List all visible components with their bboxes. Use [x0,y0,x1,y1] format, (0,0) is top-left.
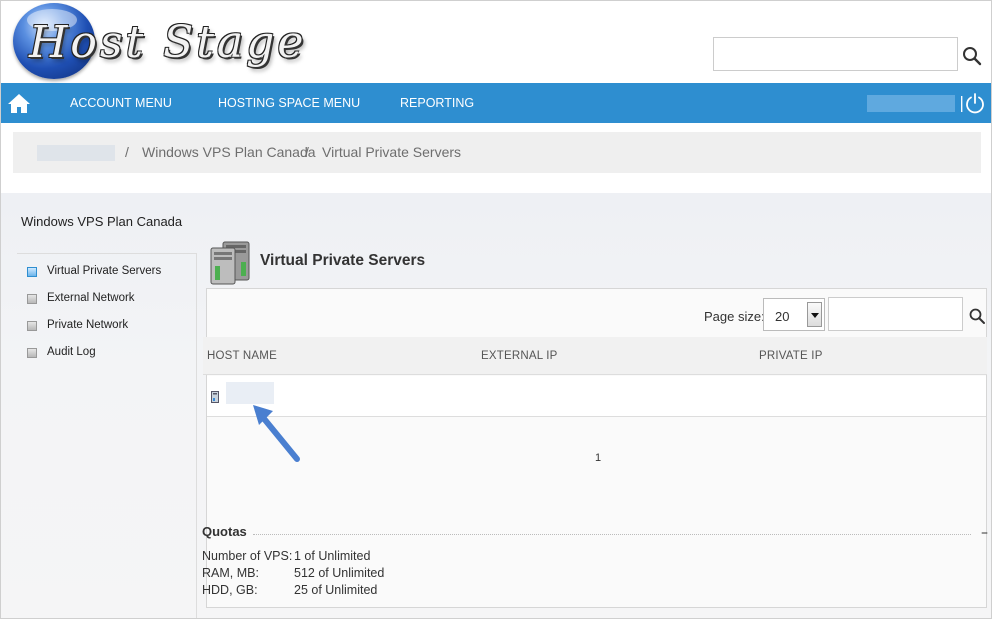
page-title: Virtual Private Servers [260,252,426,269]
grid-search-input[interactable] [828,297,963,331]
search-icon[interactable] [961,45,983,67]
header: Host Stage [1,1,991,82]
quota-hdd: HDD, GB: 25 of Unlimited [202,583,377,597]
page-size-value: 20 [775,309,790,324]
quota-label: Number of VPS: [202,549,293,563]
main-navbar: ACCOUNT MENU HOSTING SPACE MENU REPORTIN… [1,83,991,123]
column-external-ip[interactable]: EXTERNAL IP [481,350,558,362]
page-size-select[interactable]: 20 [763,298,825,331]
host-stage-logo[interactable]: Host Stage [9,3,303,81]
pager-page-1[interactable]: 1 [595,452,601,464]
breadcrumb-item-plan[interactable]: Windows VPS Plan Canada [142,144,316,160]
breadcrumb: / Windows VPS Plan Canada / Virtual Priv… [13,132,981,173]
quota-vps: Number of VPS: 1 of Unlimited [202,549,370,563]
quota-value: 1 of Unlimited [294,549,371,563]
sidebar-item-label: Audit Log [47,346,96,358]
breadcrumb-area: / Windows VPS Plan Canada / Virtual Priv… [1,123,991,193]
page-size-label: Page size: [704,309,765,324]
column-private-ip[interactable]: PRIVATE IP [759,350,823,362]
nav-account-menu[interactable]: ACCOUNT MENU [70,96,172,110]
app-window: Host Stage ACCOUNT MENU HOSTING SPACE ME… [0,0,992,619]
breadcrumb-item-current: Virtual Private Servers [322,144,462,160]
quota-value: 512 of Unlimited [294,566,385,580]
sidebar-item-label: Private Network [47,319,129,331]
chevron-down-icon[interactable] [807,302,822,327]
servers-icon [210,241,250,285]
search-icon[interactable] [968,307,986,325]
quota-value: 25 of Unlimited [294,583,378,597]
column-host-name[interactable]: HOST NAME [207,350,277,362]
search-input[interactable] [713,37,958,71]
sidebar: Virtual Private Servers External Network… [17,253,197,618]
breadcrumb-root-redacted[interactable] [37,145,115,161]
vps-menu-icon [27,267,37,277]
quotas-divider [253,534,971,535]
sidebar-item-label: External Network [47,292,135,304]
home-icon[interactable] [7,92,31,114]
collapse-toggle[interactable]: – [981,525,988,541]
private-network-icon [27,321,37,331]
quota-label: HDD, GB: [202,583,258,597]
quotas-title: Quotas [202,524,247,539]
plan-title: Windows VPS Plan Canada [21,214,183,229]
table-row [207,376,986,417]
quota-label: RAM, MB: [202,566,259,580]
pointer-arrow-icon [253,405,300,462]
nav-reporting[interactable]: REPORTING [400,96,474,110]
logo-text: Host Stage [29,17,307,68]
quota-ram: RAM, MB: 512 of Unlimited [202,566,384,580]
content-area: Windows VPS Plan Canada Virtual Private … [1,193,991,618]
server-icon [211,391,219,403]
audit-log-icon [27,348,37,358]
external-network-icon [27,294,37,304]
nav-hosting-space-menu[interactable]: HOSTING SPACE MENU [218,96,360,110]
power-icon[interactable] [964,92,986,114]
sidebar-item-label: Virtual Private Servers [47,265,162,277]
breadcrumb-separator: / [125,144,129,160]
grid-header: HOST NAME EXTERNAL IP PRIVATE IP [203,337,987,375]
breadcrumb-separator: / [305,144,309,160]
username-redacted[interactable] [867,95,955,112]
